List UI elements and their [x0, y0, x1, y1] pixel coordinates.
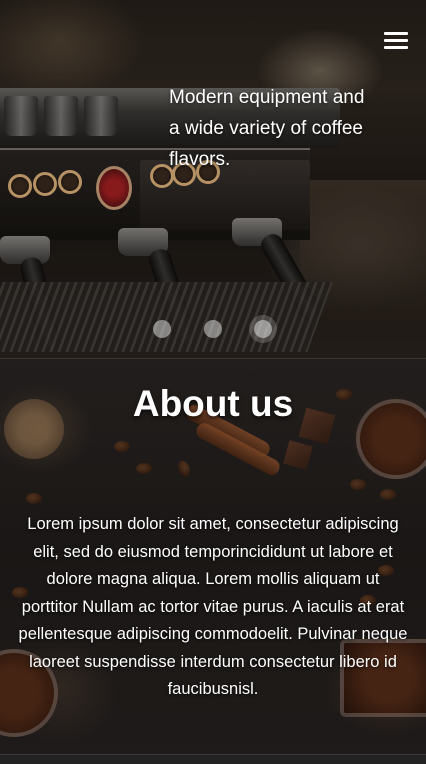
slider-dot-3[interactable] — [254, 320, 272, 338]
hero-slider: Modern equipment and a wide variety of c… — [0, 0, 426, 358]
about-title: About us — [132, 383, 294, 424]
hamburger-menu-icon[interactable] — [384, 32, 410, 52]
menu-line — [384, 32, 408, 35]
about-text: Lorem ipsum dolor sit amet, consectetur … — [18, 515, 408, 698]
slider-dot-1[interactable] — [153, 320, 171, 338]
page: Modern equipment and a wide variety of c… — [0, 0, 426, 764]
slider-pagination — [0, 316, 426, 342]
slider-dot-2[interactable] — [204, 320, 222, 338]
about-section: About us Lorem ipsum dolor sit amet, con… — [0, 358, 426, 755]
menu-line — [384, 46, 408, 49]
menu-line — [384, 39, 408, 42]
footer-edge — [0, 754, 426, 764]
hero-caption: Modern equipment and a wide variety of c… — [169, 87, 365, 170]
hero-overlay — [0, 0, 426, 358]
